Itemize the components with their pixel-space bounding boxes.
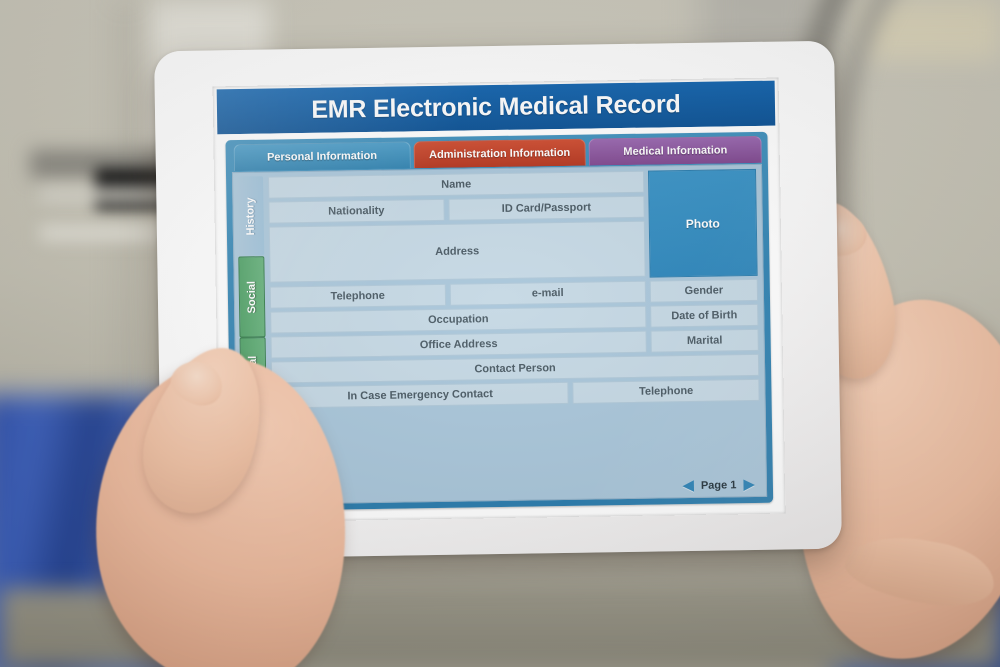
emergency-contact-field-label: In Case Emergency Contact <box>347 388 494 403</box>
date-of-birth-field[interactable]: Date of Birth <box>650 303 759 328</box>
telephone-field-label: Telephone <box>330 289 385 303</box>
office-address-field-label: Office Address <box>419 338 498 352</box>
pagination: ◀ Page 1 ▶ <box>273 473 761 500</box>
marital-field-label: Marital <box>686 334 723 348</box>
marital-field[interactable]: Marital <box>650 328 759 353</box>
office-address-field[interactable]: Office Address <box>270 330 647 359</box>
emergency-contact-field[interactable]: In Case Emergency Contact <box>271 381 570 409</box>
form-fields: Name Nationality ID Card/Passport Addres… <box>268 168 761 500</box>
tab-medical-information[interactable]: Medical Information <box>588 135 762 166</box>
sidebar-item-social[interactable]: Social <box>238 256 266 338</box>
id-card-passport-field-label: ID Card/Passport <box>501 201 592 215</box>
form-top-left-column: Name Nationality ID Card/Passport Addres… <box>268 170 646 284</box>
tab-personal-information[interactable]: Personal Information <box>233 141 411 172</box>
photo-box-label: Photo <box>685 216 720 231</box>
tab-medical-information-label: Medical Information <box>623 144 728 159</box>
gender-field[interactable]: Gender <box>649 278 759 303</box>
telephone-field[interactable]: Telephone <box>269 283 446 309</box>
nationality-field-label: Nationality <box>328 204 385 218</box>
email-field[interactable]: e-mail <box>449 280 647 306</box>
emergency-telephone-field-label: Telephone <box>638 384 694 398</box>
address-field[interactable]: Address <box>268 220 646 283</box>
previous-page-icon[interactable]: ◀ <box>682 477 694 494</box>
emergency-telephone-field[interactable]: Telephone <box>572 378 760 404</box>
tab-administration-information[interactable]: Administration Information <box>413 138 587 169</box>
photo-upload-box[interactable]: Photo <box>647 168 758 278</box>
page-indicator: Page 1 <box>700 478 737 492</box>
photo-scene: EMR Electronic Medical Record Personal I… <box>0 0 1000 667</box>
sidebar-item-social-label: Social <box>245 280 259 313</box>
sidebar-item-history-label: History <box>244 197 257 236</box>
gender-field-label: Gender <box>684 284 724 298</box>
form-row-emergency: In Case Emergency Contact Telephone <box>271 378 760 409</box>
background-wall-seam <box>120 0 130 420</box>
tab-administration-information-label: Administration Information <box>428 146 571 162</box>
name-field-label: Name <box>441 178 472 191</box>
form-row-identity: Nationality ID Card/Passport <box>268 195 645 224</box>
occupation-field-label: Occupation <box>427 313 489 327</box>
page-title: EMR Electronic Medical Record <box>311 90 681 124</box>
email-field-label: e-mail <box>531 286 564 300</box>
date-of-birth-field-label: Date of Birth <box>671 309 738 323</box>
sidebar-item-history[interactable]: History <box>237 176 265 256</box>
address-field-label: Address <box>435 245 480 258</box>
nationality-field[interactable]: Nationality <box>268 198 445 224</box>
next-page-icon[interactable]: ▶ <box>743 476 755 493</box>
id-card-passport-field[interactable]: ID Card/Passport <box>447 195 645 221</box>
contact-person-field-label: Contact Person <box>474 362 556 376</box>
form-top-block: Name Nationality ID Card/Passport Addres… <box>268 168 758 284</box>
occupation-field[interactable]: Occupation <box>270 305 647 334</box>
tab-personal-information-label: Personal Information <box>266 149 378 164</box>
name-field[interactable]: Name <box>268 170 645 199</box>
form-top-right-column: Photo <box>647 168 758 278</box>
